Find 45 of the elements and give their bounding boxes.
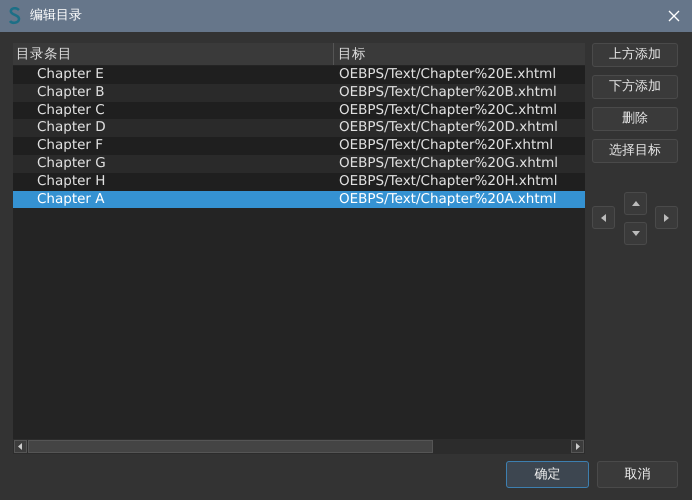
table-cell-text: OEBPS/Text/Chapter%20E.xhtml xyxy=(338,66,558,84)
up-arrow-icon xyxy=(632,201,640,206)
dialog-button[interactable]: 确定 xyxy=(506,461,589,488)
table-row[interactable]: Chapter C OEBPS/Text/Chapter%20C.xhtml xyxy=(13,102,585,120)
left-arrow-icon xyxy=(601,214,606,222)
table-cell-text: OEBPS/Text/Chapter%20B.xhtml xyxy=(338,84,558,102)
table-row[interactable]: Chapter H OEBPS/Text/Chapter%20H.xhtml xyxy=(13,172,585,191)
table-cell-text: Chapter C xyxy=(36,102,106,120)
table-cell-text: Chapter E xyxy=(36,66,105,84)
table-row[interactable]: Chapter E OEBPS/Text/Chapter%20E.xhtml xyxy=(13,66,585,84)
table-cell-text: Chapter F xyxy=(36,137,104,155)
action-button[interactable]: 下方添加 xyxy=(592,75,678,99)
table-cell-text: OEBPS/Text/Chapter%20A.xhtml xyxy=(338,190,558,208)
table-row[interactable]: Chapter D OEBPS/Text/Chapter%20D.xhtml xyxy=(13,119,585,138)
move-down-button[interactable] xyxy=(624,222,647,245)
scroll-right-icon[interactable] xyxy=(571,440,584,453)
table-cell-text: Chapter H xyxy=(36,172,106,191)
table-cell-text: OEBPS/Text/Chapter%20G.xhtml xyxy=(338,154,559,173)
table-cell-text: OEBPS/Text/Chapter%20F.xhtml xyxy=(338,137,554,155)
table-cell-text: Chapter G xyxy=(36,154,107,173)
app-logo-icon xyxy=(8,7,22,25)
table-row[interactable]: Chapter G OEBPS/Text/Chapter%20G.xhtml xyxy=(13,154,585,173)
table-row[interactable]: Chapter F OEBPS/Text/Chapter%20F.xhtml xyxy=(13,137,585,155)
down-arrow-icon xyxy=(632,231,640,236)
table-cell-text: Chapter A xyxy=(36,190,106,208)
move-left-button[interactable] xyxy=(592,206,615,229)
table-cell-text: OEBPS/Text/Chapter%20D.xhtml xyxy=(338,119,559,138)
column-header[interactable]: 目标 xyxy=(334,43,585,65)
table-cell-text: OEBPS/Text/Chapter%20C.xhtml xyxy=(338,102,558,120)
dialog-button[interactable]: 取消 xyxy=(597,461,678,488)
right-arrow-icon xyxy=(664,214,669,222)
action-button[interactable]: 选择目标 xyxy=(592,139,678,163)
table-row[interactable]: Chapter B OEBPS/Text/Chapter%20B.xhtml xyxy=(13,84,585,102)
close-icon[interactable] xyxy=(668,10,680,22)
scroll-left-icon[interactable] xyxy=(14,440,27,453)
action-button[interactable]: 上方添加 xyxy=(592,43,678,67)
move-right-button[interactable] xyxy=(655,206,678,229)
window-title: 编辑目录 xyxy=(30,7,82,26)
table-cell-text: Chapter B xyxy=(36,84,106,102)
table-cell-text: Chapter D xyxy=(36,119,107,138)
table-cell-text: OEBPS/Text/Chapter%20H.xhtml xyxy=(338,172,558,191)
column-header[interactable]: 目录条目 xyxy=(13,43,334,65)
scrollbar-thumb[interactable] xyxy=(28,440,433,453)
action-button[interactable]: 删除 xyxy=(592,107,678,131)
move-up-button[interactable] xyxy=(624,192,647,215)
